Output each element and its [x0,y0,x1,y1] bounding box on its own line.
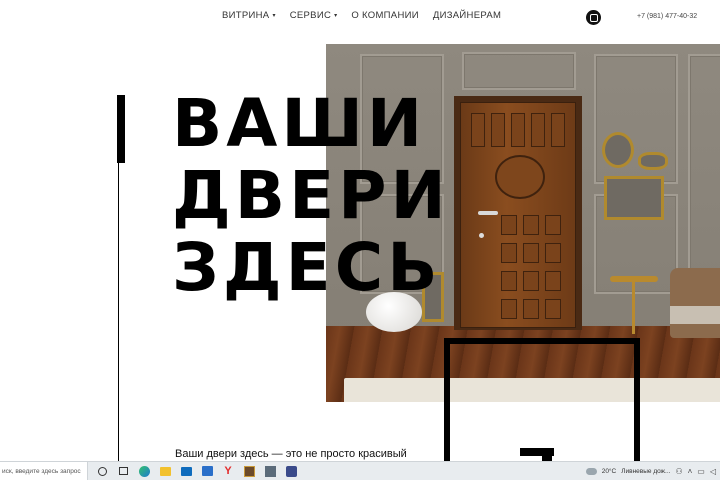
task-view-icon[interactable] [117,465,129,477]
wall-panel [688,54,720,294]
edge-logo-icon [138,465,150,477]
network-icon[interactable]: ▭ [697,467,705,476]
door-panel [523,271,539,291]
hero-headline: ВАШИ ДВЕРИ ЗДЕСЬ [172,88,450,304]
door-panel [501,243,517,263]
app-image-icon [264,465,276,477]
bag-icon [201,466,213,476]
chevron-down-icon: ▾ [334,13,338,19]
weather-icon[interactable] [585,468,597,475]
door-panel [491,113,505,147]
nav-item-vitrina[interactable]: ВИТРИНА ▾ [222,10,276,21]
nav-item-about[interactable]: О КОМПАНИИ [351,10,418,21]
oval-mirror [638,152,668,170]
store-icon[interactable] [201,465,213,477]
side-table-leg [632,282,635,334]
user-icon[interactable]: ⚇ [675,467,682,476]
mail-icon[interactable] [180,465,192,477]
app-image-icon [285,465,297,477]
phone-number[interactable]: +7 (981) 477-40-32 [637,13,697,20]
app-icon[interactable] [264,465,276,477]
door-lock [479,233,484,238]
door-medallion [495,155,545,199]
wall-panel [462,52,576,90]
door-panel [523,243,539,263]
door-panel [471,113,485,147]
chevron-up-icon[interactable]: ˄ [688,467,693,476]
app-icon[interactable] [285,465,297,477]
hero-lead-text: Ваши двери здесь — это не просто красивы… [175,448,407,460]
taskbar: иск, введите здесь запрос Y 20°C Ливневы… [0,461,720,480]
nav-item-label: СЕРВИС [289,10,332,21]
frame-mirror [604,176,664,220]
entrance-door [460,102,576,328]
door-panel [531,113,545,147]
yandex-browser-icon[interactable]: Y [222,465,234,477]
accent-bar [117,95,125,163]
edge-icon[interactable] [138,465,150,477]
weather-description[interactable]: Ливневые дож... [621,468,670,475]
main-nav: ВИТРИНА ▾ СЕРВИС ▾ О КОМПАНИИ ДИЗАЙНЕРАМ [222,10,501,21]
armchair [670,268,720,338]
nav-item-label: О КОМПАНИИ [351,10,419,21]
chevron-down-icon: ▾ [272,13,276,19]
door-handle [478,211,498,215]
door-panel [501,299,517,319]
y-logo-icon: Y [224,465,232,477]
nav-item-designers[interactable]: ДИЗАЙНЕРАМ [433,10,501,21]
app-image-icon [243,465,255,477]
door-panel [501,271,517,291]
door-panel [523,299,539,319]
folder-icon [159,466,171,476]
door-panel [545,299,561,319]
volume-icon[interactable]: ◁ [710,467,716,476]
accent-line [118,163,119,463]
headline-line: ЗДЕСЬ [172,229,442,306]
windows-icon [118,467,128,475]
nav-item-label: ДИЗАЙНЕРАМ [432,10,502,21]
system-tray: 20°C Ливневые дож... ⚇ ˄ ▭ ◁ [585,462,716,480]
armchair-cushion [670,306,720,324]
file-explorer-icon[interactable] [159,465,171,477]
door-panel [501,215,517,235]
weather-temperature[interactable]: 20°C [602,468,617,475]
taskbar-search-input[interactable]: иск, введите здесь запрос [0,461,88,480]
instagram-icon[interactable] [586,10,601,25]
taskbar-apps: Y [96,465,297,477]
nav-item-label: ВИТРИНА [222,10,270,21]
door-panel [523,215,539,235]
nav-item-service[interactable]: СЕРВИС ▾ [290,10,338,21]
envelope-icon [180,466,192,476]
round-mirror [602,132,634,168]
headline-line: ВАШИ [172,85,427,162]
circle-icon [97,466,107,476]
door-panel [545,271,561,291]
door-panel [511,113,525,147]
page: ВИТРИНА ▾ СЕРВИС ▾ О КОМПАНИИ ДИЗАЙНЕРАМ… [0,0,720,480]
door-panel [551,113,565,147]
door-panel [545,215,561,235]
headline-line: ДВЕРИ [172,157,450,234]
cortana-icon[interactable] [96,465,108,477]
door-panel [545,243,561,263]
app-icon[interactable] [243,465,255,477]
